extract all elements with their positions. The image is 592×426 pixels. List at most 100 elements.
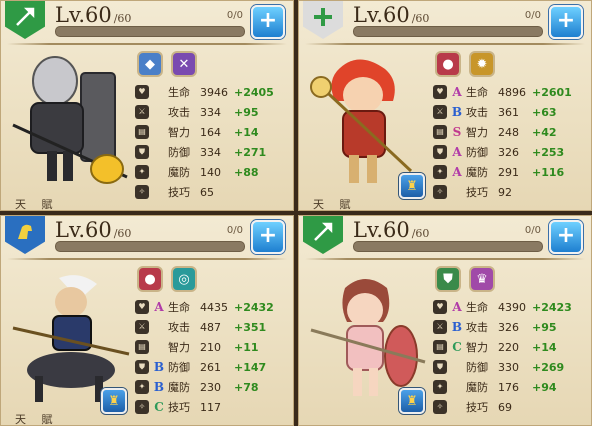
crystal-icon[interactable]: ◆ — [137, 51, 163, 77]
plus-button[interactable]: + — [251, 220, 285, 254]
unit-card-4[interactable]: Lv.60/60 0/0 + ♜ ⛊ ♛ ♥ A 生命 4390 +2423 ⚔ B 攻击 3… — [298, 215, 592, 426]
stat-list: ♥ A 生命 4896 +2601 ⚔ B 攻击 361 +63 ▤ S 智力 248 +42 ⛊ A 防御… — [433, 82, 591, 202]
swirl-icon[interactable]: ◎ — [171, 266, 197, 292]
sword-icon: ⚔ — [135, 105, 149, 119]
book-icon: ▤ — [433, 125, 447, 139]
stat-row-skill: ✧ C 技巧 117 — [135, 397, 293, 417]
exp-text: 0/0 — [524, 225, 541, 236]
promote-icon[interactable]: ♜ — [399, 173, 425, 199]
sun-icon[interactable]: ✹ — [469, 51, 495, 77]
plus-button[interactable]: + — [251, 5, 285, 39]
unit-card-1[interactable]: Lv.60/60 0/0 + ◆ ✕ ♥ 生命 3946 +2405 ⚔ 攻击 334 +9… — [0, 0, 294, 211]
exp-text: 0/0 — [524, 10, 541, 21]
stat-row-defense: ⛊ 防御 334 +271 — [135, 142, 293, 162]
stat-row-magic-defense: ✦ B 魔防 230 +78 — [135, 377, 293, 397]
level-label: Lv.60/60 — [353, 218, 430, 242]
stat-row-hp: ♥ A 生命 4435 +2432 — [135, 297, 293, 317]
class-badge-holy-cross-icon — [303, 1, 343, 39]
exp-text: 0/0 — [226, 225, 243, 236]
heart-icon: ♥ — [433, 85, 447, 99]
exp-bar — [55, 26, 245, 37]
skill-icons: ● ◎ — [137, 266, 197, 292]
stat-row-skill: ✧ 技巧 65 — [135, 182, 293, 202]
book-icon: ▤ — [135, 125, 149, 139]
stat-row-hp: ♥ 生命 3946 +2405 — [135, 82, 293, 102]
shield-icon: ⛊ — [433, 145, 447, 159]
exp-text: 0/0 — [226, 10, 243, 21]
divider — [7, 43, 287, 45]
character-portrait[interactable] — [9, 51, 131, 191]
plus-button[interactable]: + — [549, 220, 583, 254]
magic-shield-icon: ✦ — [433, 165, 447, 179]
magic-shield-icon: ✦ — [433, 380, 447, 394]
character-portrait[interactable] — [307, 266, 429, 406]
divider — [305, 43, 585, 45]
class-badge-spear-icon — [303, 216, 343, 254]
stat-list: ♥ A 生命 4390 +2423 ⚔ B 攻击 326 +95 ▤ C 智力 220 +14 ⛊ 防御 3… — [433, 297, 591, 417]
stat-row-defense: ⛊ A 防御 326 +253 — [433, 142, 591, 162]
book-icon: ▤ — [433, 340, 447, 354]
level-label: Lv.60/60 — [55, 218, 132, 242]
talent-label: 天 賦 — [15, 198, 59, 211]
stat-list: ♥ 生命 3946 +2405 ⚔ 攻击 334 +95 ▤ 智力 164 +14 ⛊ 防御 334 +… — [135, 82, 293, 202]
stat-row-magic-defense: ✦ 魔防 176 +94 — [433, 377, 591, 397]
crown-icon[interactable]: ♛ — [469, 266, 495, 292]
shield-icon: ⛊ — [135, 360, 149, 374]
stat-row-magic-defense: ✦ A 魔防 291 +116 — [433, 162, 591, 182]
talent-label: 天 賦 — [313, 198, 357, 211]
stat-row-intelligence: ▤ 智力 164 +14 — [135, 122, 293, 142]
stat-row-hp: ♥ A 生命 4896 +2601 — [433, 82, 591, 102]
divider — [305, 258, 585, 260]
promote-icon[interactable]: ♜ — [101, 388, 127, 414]
skill-icons: ● ✹ — [435, 51, 495, 77]
heart-icon: ♥ — [135, 300, 149, 314]
heart-icon: ♥ — [433, 300, 447, 314]
unit-card-3[interactable]: Lv.60/60 0/0 + ♜ ● ◎ ♥ A 生命 4435 +2432 ⚔ 攻击 48… — [0, 215, 294, 426]
skill-icon: ✧ — [135, 185, 149, 199]
stat-list: ♥ A 生命 4435 +2432 ⚔ 攻击 487 +351 ▤ 智力 210 +11 ⛊ B 防御 2… — [135, 297, 293, 417]
talent-label: 天 賦 — [15, 413, 59, 426]
stat-row-intelligence: ▤ 智力 210 +11 — [135, 337, 293, 357]
stat-row-skill: ✧ 技巧 69 — [433, 397, 591, 417]
stat-row-attack: ⚔ 攻击 487 +351 — [135, 317, 293, 337]
sword-icon: ⚔ — [135, 320, 149, 334]
stat-row-defense: ⛊ 防御 330 +269 — [433, 357, 591, 377]
stat-row-attack: ⚔ 攻击 334 +95 — [135, 102, 293, 122]
shield-icon: ⛊ — [135, 145, 149, 159]
skill-icon: ✧ — [433, 400, 447, 414]
magic-shield-icon: ✦ — [135, 380, 149, 394]
promote-icon[interactable]: ♜ — [399, 388, 425, 414]
stat-row-intelligence: ▤ C 智力 220 +14 — [433, 337, 591, 357]
divider — [7, 258, 287, 260]
sword-icon: ⚔ — [433, 105, 447, 119]
magic-shield-icon: ✦ — [135, 165, 149, 179]
shield-emblem-icon[interactable]: ⛊ — [435, 266, 461, 292]
plus-button[interactable]: + — [549, 5, 583, 39]
book-icon: ▤ — [135, 340, 149, 354]
level-label: Lv.60/60 — [353, 3, 430, 27]
level-label: Lv.60/60 — [55, 3, 132, 27]
exp-bar — [55, 241, 245, 252]
skill-icons: ◆ ✕ — [137, 51, 197, 77]
character-portrait[interactable] — [9, 266, 131, 406]
stat-row-intelligence: ▤ S 智力 248 +42 — [433, 122, 591, 142]
bell-icon[interactable]: ● — [435, 51, 461, 77]
class-badge-spear-icon — [5, 1, 45, 39]
class-badge-horse-icon — [5, 216, 45, 254]
skill-icon: ✧ — [135, 400, 149, 414]
exp-bar — [353, 26, 543, 37]
stat-row-attack: ⚔ B 攻击 326 +95 — [433, 317, 591, 337]
bell-icon[interactable]: ● — [137, 266, 163, 292]
skill-icon: ✧ — [433, 185, 447, 199]
stat-row-magic-defense: ✦ 魔防 140 +88 — [135, 162, 293, 182]
exp-bar — [353, 241, 543, 252]
stat-row-hp: ♥ A 生命 4390 +2423 — [433, 297, 591, 317]
crossed-weapons-icon[interactable]: ✕ — [171, 51, 197, 77]
stat-row-attack: ⚔ B 攻击 361 +63 — [433, 102, 591, 122]
stat-row-defense: ⛊ B 防御 261 +147 — [135, 357, 293, 377]
sword-icon: ⚔ — [433, 320, 447, 334]
shield-icon: ⛊ — [433, 360, 447, 374]
unit-card-2[interactable]: Lv.60/60 0/0 + ♜ ● ✹ ♥ A 生命 4896 +2601 ⚔ B 攻击 3… — [298, 0, 592, 211]
stat-row-skill: ✧ 技巧 92 — [433, 182, 591, 202]
character-portrait[interactable] — [307, 51, 429, 191]
